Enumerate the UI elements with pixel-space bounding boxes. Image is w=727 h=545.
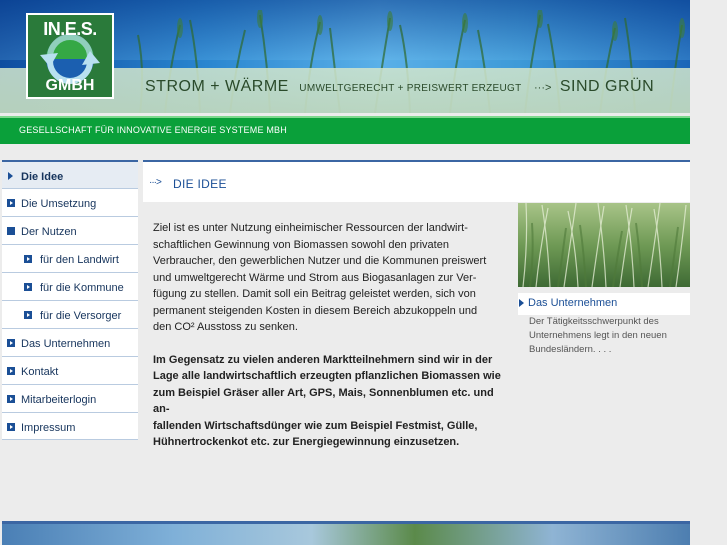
text-line: Verbraucher, den gewerblichen Nutzer und… <box>153 255 487 267</box>
company-name-bar: GESELLSCHAFT FÜR INNOVATIVE ENERGIE SYST… <box>0 116 690 144</box>
play-square-icon <box>24 311 32 319</box>
nav-item-label: für die Versorger <box>40 310 122 322</box>
dotted-arrow-icon: ···> <box>149 177 162 188</box>
nav-item-das-unternehmen[interactable]: Das Unternehmen <box>2 328 138 356</box>
text-line: Ziel ist es unter Nutzung einheimischer … <box>153 222 468 234</box>
nav-item-die-umsetzung[interactable]: Die Umsetzung <box>2 188 138 216</box>
play-square-icon <box>7 395 15 403</box>
footer-banner-image <box>2 521 690 545</box>
green-bar-highlight <box>0 116 690 118</box>
grass-illustration <box>522 203 687 287</box>
play-square-icon <box>7 367 15 375</box>
text-line: fallenden Wirtschaftsdünger wie zum Beis… <box>153 419 478 432</box>
grass-field-image <box>518 203 690 287</box>
bold-paragraph: Im Gegensatz zu vielen anderen Marktteil… <box>153 352 508 451</box>
nav-item-label: Impressum <box>21 422 76 434</box>
nav-item-label: Mitarbeiterlogin <box>21 394 97 406</box>
play-square-icon <box>24 283 32 291</box>
arrow-right-icon <box>519 299 524 307</box>
text-line: Unternehmens legt in den neuen <box>529 330 667 341</box>
nav-item-fuer-den-landwirt[interactable]: für den Landwirt <box>2 244 138 272</box>
text-line: den CO² Ausstoss zu senken. <box>153 321 298 333</box>
sidebar-link-das-unternehmen[interactable]: Das Unternehmen <box>518 293 690 315</box>
nav-item-label: Kontakt <box>21 366 59 378</box>
company-full-name: GESELLSCHAFT FÜR INNOVATIVE ENERGIE SYST… <box>19 125 287 135</box>
text-line: Lage alle landwirtschaftlich erzeugten p… <box>153 370 501 382</box>
nav-item-label: Die Idee <box>21 171 64 183</box>
slogan-umweltgerecht: UMWELTGERECHT + PREISWERT ERZEUGT <box>299 83 522 94</box>
nav-item-fuer-die-kommune[interactable]: für die Kommune <box>2 272 138 300</box>
sidebar-link-label: Das Unternehmen <box>528 297 618 309</box>
slogan-sind-gruen: SIND GRÜN <box>559 78 655 95</box>
nav-item-label: Die Umsetzung <box>21 198 97 210</box>
nav-item-label: Der Nutzen <box>21 226 77 238</box>
nav-item-impressum[interactable]: Impressum <box>2 412 138 440</box>
sidebar-teaser-text: Der Tätigkeitsschwerpunkt des Unternehme… <box>529 315 691 357</box>
text-line: Bundesländern. . . . <box>529 344 612 355</box>
arrow-right-icon <box>8 172 13 180</box>
header-slogan: STROM + WÄRME UMWELTGERECHT + PREISWERT … <box>145 78 654 100</box>
nav-item-kontakt[interactable]: Kontakt <box>2 356 138 384</box>
main-text: Ziel ist es unter Nutzung einheimischer … <box>153 220 508 467</box>
nav-item-fuer-die-versorger[interactable]: für die Versorger <box>2 300 138 328</box>
text-line: Im Gegensatz zu vielen anderen Marktteil… <box>153 353 493 366</box>
text-line: und umweltgerecht Wärme und Strom aus Bi… <box>153 271 477 284</box>
play-square-icon <box>7 339 15 347</box>
play-square-icon <box>7 199 15 207</box>
sidebar-nav: Die Idee Die Umsetzung Der Nutzen für de… <box>2 160 138 440</box>
text-line: Der Tätigkeitsschwerpunkt des <box>529 316 659 327</box>
slogan-strom-waerme: STROM + WÄRME <box>145 78 289 95</box>
text-line: permanent steigenden Kosten in diesem Be… <box>153 304 478 317</box>
nav-item-mitarbeiterlogin[interactable]: Mitarbeiterlogin <box>2 384 138 412</box>
content-header: ···> DIE IDEE <box>143 162 690 202</box>
company-logo[interactable]: IN.E.S. GMBH <box>26 13 114 99</box>
nav-item-der-nutzen[interactable]: Der Nutzen <box>2 216 138 244</box>
text-line: fügung zu stellen. Damit soll ein Beitra… <box>153 288 476 300</box>
slogan-arrow-icon: ···> <box>534 82 552 94</box>
header-banner: IN.E.S. GMBH STROM + WÄRME UMWELTGERECHT… <box>0 0 690 113</box>
square-bullet-icon <box>7 227 15 235</box>
text-line: schaftlichen Gewinnung von Biomassen sow… <box>153 238 449 251</box>
page: IN.E.S. GMBH STROM + WÄRME UMWELTGERECHT… <box>0 0 727 545</box>
play-square-icon <box>24 255 32 263</box>
play-square-icon <box>7 423 15 431</box>
page-title: DIE IDEE <box>173 177 227 191</box>
nav-item-label: Das Unternehmen <box>21 338 111 350</box>
intro-paragraph: Ziel ist es unter Nutzung einheimischer … <box>153 220 508 336</box>
logo-text-top: IN.E.S. <box>43 19 97 39</box>
text-line: Hühnertrockenkot etc. zur Energiegewinnu… <box>153 436 460 448</box>
logo-text-bottom: GMBH <box>45 77 95 94</box>
nav-item-label: für die Kommune <box>40 282 124 294</box>
nav-item-label: für den Landwirt <box>40 254 119 266</box>
nav-item-die-idee[interactable]: Die Idee <box>2 160 138 188</box>
footer-divider <box>2 521 690 524</box>
text-line: zum Beispiel Gräser aller Art, GPS, Mais… <box>153 386 494 416</box>
